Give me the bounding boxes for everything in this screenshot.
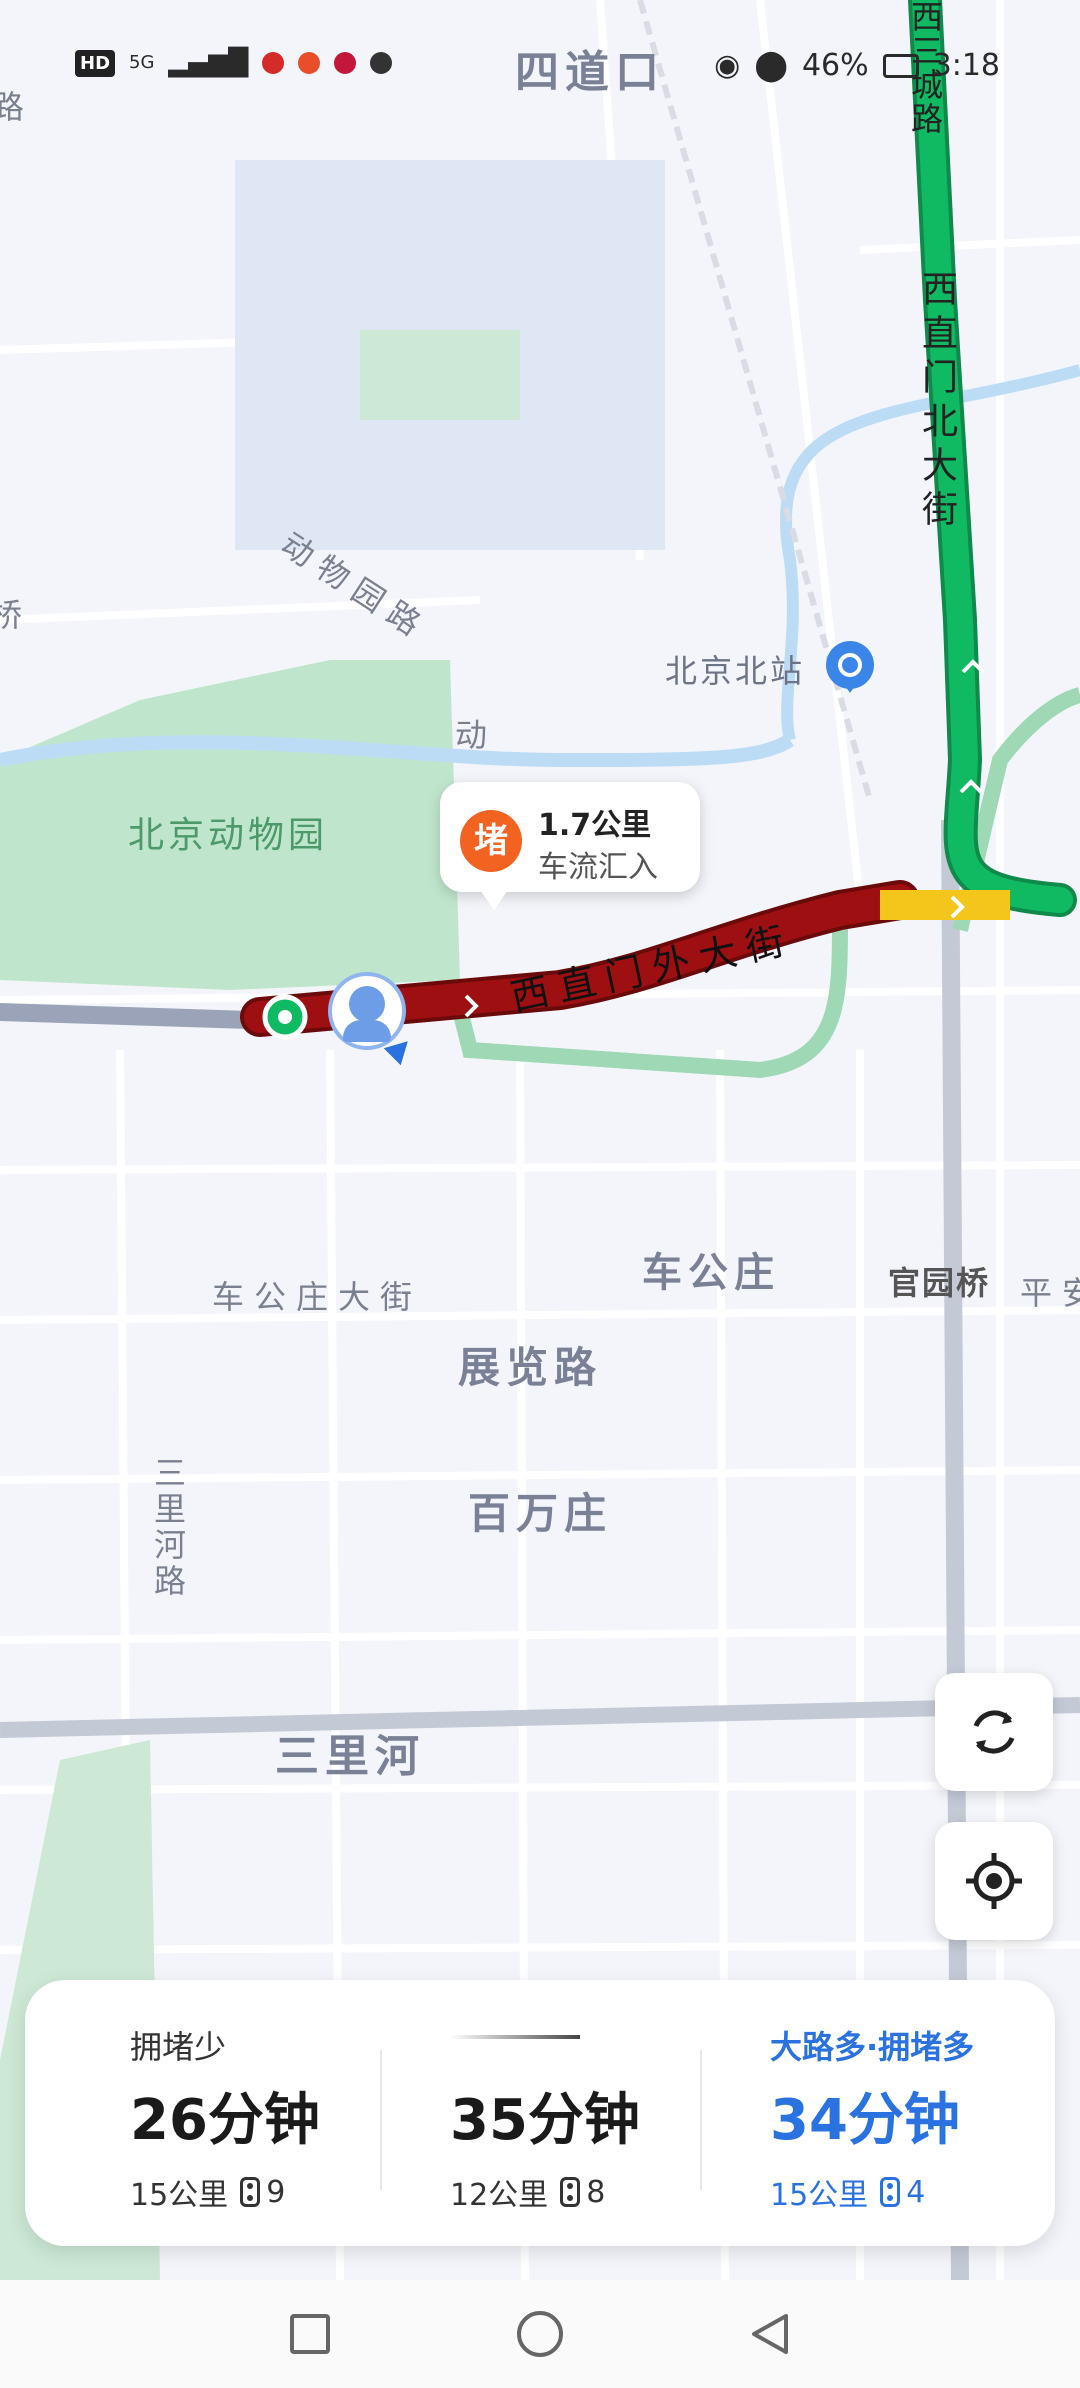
route-duration: 35分钟 (450, 2088, 640, 2153)
route-distance: 15公里 (770, 2178, 869, 2213)
app-notification-icon (262, 52, 285, 74)
app-notification-icon (298, 52, 321, 74)
route-tag-line (450, 2035, 580, 2039)
eye-icon: ◉ (714, 48, 741, 83)
label-sanlihe-road: 三里河路 (149, 1456, 187, 1600)
route-distance: 15公里 (130, 2178, 229, 2213)
circle-icon (517, 2311, 563, 2357)
clock: 3:18 (932, 48, 1000, 83)
jam-description: 车流汇入 (538, 850, 658, 885)
route-option-2[interactable]: 35分钟 12公里 8 (345, 1980, 665, 2246)
route-option-3-selected[interactable]: 大路多·拥堵多 34分钟 15公里 4 (665, 1980, 985, 2246)
location-icon: ⬤ (754, 48, 788, 83)
hd-badge: HD (75, 49, 116, 77)
label-beijing-north-station: 北京北站 (665, 652, 806, 690)
traffic-light-icon (560, 2177, 581, 2207)
label-ping: 平安 (1020, 1274, 1080, 1312)
route-options-panel: 拥堵少 26分钟 15公里 9 35分钟 12公里 8 大路多·拥堵多 34分钟 1… (25, 1980, 1055, 2246)
label-qiao: 桥 (0, 596, 33, 634)
network-type: 5G (129, 52, 155, 73)
route-lights: 9 (266, 2174, 286, 2210)
route-tag: 拥堵少 (130, 2028, 227, 2066)
label-xizhimen-north-street: 西直门北大街 (916, 270, 957, 534)
route-duration: 26分钟 (130, 2088, 320, 2153)
route-lights: 4 (906, 2174, 926, 2210)
route-duration: 34分钟 (770, 2088, 960, 2153)
square-icon (290, 2314, 330, 2354)
status-bar: HD 5G ▂▄▆█ ◉ ⬤ 46% 3:18 (0, 38, 1080, 98)
recents-button[interactable] (278, 2302, 342, 2366)
jam-badge-icon: 堵 (460, 810, 522, 872)
traffic-light-icon (880, 2177, 901, 2207)
signal-icon: ▂▄▆█ (168, 48, 249, 78)
battery-percent: 46% (801, 48, 869, 83)
label-dong: 动 (455, 716, 498, 754)
label-chegongzhuang-street: 车公庄大街 (212, 1278, 423, 1316)
back-triangle-icon (752, 2314, 788, 2354)
locate-button[interactable] (935, 1822, 1053, 1940)
label-sanlihe: 三里河 (275, 1731, 425, 1782)
traffic-light-icon (240, 2177, 261, 2207)
label-beijing-zoo: 北京动物园 (128, 815, 329, 856)
route-distance: 12公里 (450, 2178, 549, 2213)
label-baiwanzhuang: 百万庄 (468, 1489, 613, 1538)
label-zhanlanlu: 展览路 (458, 1343, 603, 1392)
message-icon (370, 52, 393, 74)
label-chegongzhuang: 车公庄 (642, 1250, 780, 1296)
locate-icon (966, 1853, 1022, 1909)
route-option-1[interactable]: 拥堵少 26分钟 15公里 9 (25, 1980, 345, 2246)
traffic-jam-callout[interactable]: 堵 1.7公里 车流汇入 (440, 782, 700, 910)
jam-distance: 1.7公里 (538, 808, 652, 843)
system-nav-bar (0, 2280, 1080, 2388)
refresh-icon (973, 1710, 1015, 1754)
back-button[interactable] (738, 2302, 802, 2366)
home-button[interactable] (508, 2302, 572, 2366)
battery-icon (882, 53, 919, 78)
app-notification-icon (334, 52, 357, 74)
route-tag: 大路多·拥堵多 (770, 2028, 975, 2066)
route-lights: 8 (586, 2174, 606, 2210)
refresh-button[interactable] (935, 1673, 1053, 1791)
label-guanyuan-bridge: 官园桥 (888, 1264, 991, 1302)
